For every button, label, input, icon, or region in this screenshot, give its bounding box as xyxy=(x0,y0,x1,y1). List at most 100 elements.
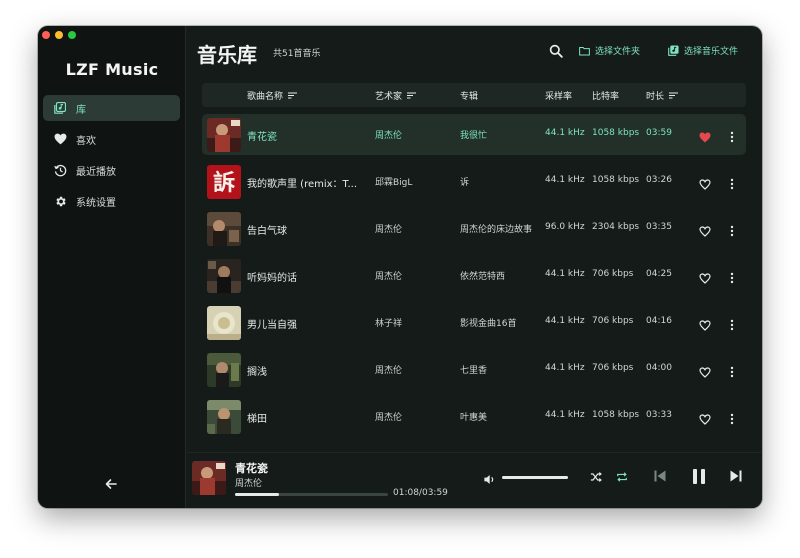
song-title: 搁浅 xyxy=(247,367,267,378)
page-title: 音乐库 xyxy=(197,43,257,67)
heart-outline-icon[interactable] xyxy=(699,175,711,190)
select-files-label: 选择音乐文件 xyxy=(684,47,739,57)
sidebar-item-settings[interactable]: 系统设置 xyxy=(43,188,180,214)
song-sample-rate: 44.1 kHz xyxy=(545,316,585,326)
table-row[interactable]: 青花瓷 周杰伦 我很忙 44.1 kHz 1058 kbps 03:59 xyxy=(202,114,746,155)
column-duration[interactable]: 时长 xyxy=(646,89,679,102)
song-duration: 03:59 xyxy=(646,128,672,138)
column-duration-label: 时长 xyxy=(646,92,665,102)
song-album[interactable]: 叶惠美 xyxy=(460,410,544,423)
sidebar-item-label: 喜欢 xyxy=(76,135,96,147)
song-artist[interactable]: 邱霖BigL xyxy=(375,175,455,188)
sidebar-item-library[interactable]: 库 xyxy=(43,95,180,121)
heart-outline-icon[interactable] xyxy=(699,316,711,331)
search-icon[interactable] xyxy=(549,43,563,58)
sidebar-item-favorites[interactable]: 喜欢 xyxy=(43,126,180,152)
song-duration: 03:35 xyxy=(646,222,672,232)
more-vertical-icon[interactable] xyxy=(726,222,738,237)
song-bitrate: 1058 kbps xyxy=(592,128,640,138)
album-cover xyxy=(207,353,241,387)
album-cover xyxy=(207,306,241,340)
song-album[interactable]: 依然范特西 xyxy=(460,269,544,282)
column-album[interactable]: 专辑 xyxy=(460,89,478,102)
column-bitrate-label: 比特率 xyxy=(592,92,620,102)
select-folder-label: 选择文件夹 xyxy=(595,47,641,57)
table-row[interactable]: 男儿当自强 林子祥 影视金曲16首 44.1 kHz 706 kbps 04:1… xyxy=(202,302,746,343)
song-album[interactable]: 周杰伦的床边故事 xyxy=(460,222,544,235)
select-files-button[interactable]: 选择音乐文件 xyxy=(668,44,738,57)
skip-next-icon[interactable] xyxy=(727,467,745,485)
song-artist[interactable]: 周杰伦 xyxy=(375,269,455,282)
song-album[interactable]: 七里香 xyxy=(460,363,544,376)
app-window: LZF Music 库 喜欢 最近播放 系统设置 音乐库 共51首音乐 选择文件… xyxy=(38,26,762,508)
more-vertical-icon[interactable] xyxy=(726,128,738,143)
table-row[interactable]: 搁浅 周杰伦 七里香 44.1 kHz 706 kbps 04:00 xyxy=(202,349,746,390)
song-duration: 04:25 xyxy=(646,269,672,279)
progress-bar[interactable] xyxy=(235,493,388,496)
heart-outline-icon[interactable] xyxy=(699,222,711,237)
repeat-icon[interactable] xyxy=(615,470,629,484)
song-album[interactable]: 诉 xyxy=(460,175,544,188)
sidebar-item-label: 系统设置 xyxy=(76,197,116,209)
volume-slider[interactable] xyxy=(502,476,568,479)
shuffle-icon[interactable] xyxy=(589,470,603,484)
more-vertical-icon[interactable] xyxy=(726,410,738,425)
heart-outline-icon[interactable] xyxy=(699,363,711,378)
skip-previous-icon[interactable] xyxy=(651,467,669,485)
song-album[interactable]: 我很忙 xyxy=(460,128,544,141)
progress-fill xyxy=(235,493,279,496)
arrow-left-icon[interactable] xyxy=(104,476,120,492)
song-bitrate: 706 kbps xyxy=(592,269,634,279)
sort-icon xyxy=(288,92,298,99)
now-playing-cover[interactable] xyxy=(192,461,226,495)
pause-icon[interactable] xyxy=(688,465,710,487)
song-artist[interactable]: 周杰伦 xyxy=(375,128,455,141)
column-artist-label: 艺术家 xyxy=(375,92,403,102)
song-duration: 03:26 xyxy=(646,175,672,185)
column-artist[interactable]: 艺术家 xyxy=(375,89,417,102)
select-folder-button[interactable]: 选择文件夹 xyxy=(579,44,640,57)
now-playing-title: 青花瓷 xyxy=(235,462,268,475)
column-sample-rate[interactable]: 采样率 xyxy=(545,89,572,102)
song-sample-rate: 44.1 kHz xyxy=(545,269,585,279)
album-cover xyxy=(207,212,241,246)
sidebar-item-label: 最近播放 xyxy=(76,166,116,178)
column-title[interactable]: 歌曲名称 xyxy=(247,89,298,102)
song-artist[interactable]: 周杰伦 xyxy=(375,363,455,376)
more-vertical-icon[interactable] xyxy=(726,269,738,284)
volume-icon[interactable] xyxy=(483,471,496,484)
song-sample-rate: 44.1 kHz xyxy=(545,175,585,185)
song-bitrate: 1058 kbps xyxy=(592,175,640,185)
heart-outline-icon[interactable] xyxy=(699,269,711,284)
table-row[interactable]: 告白气球 周杰伦 周杰伦的床边故事 96.0 kHz 2304 kbps 03:… xyxy=(202,208,746,249)
table-row[interactable]: 訴 我的歌声里 (remix：T... 邱霖BigL 诉 44.1 kHz 10… xyxy=(202,161,746,202)
more-vertical-icon[interactable] xyxy=(726,175,738,190)
song-album[interactable]: 影视金曲16首 xyxy=(460,316,544,329)
heart-outline-icon[interactable] xyxy=(699,410,711,425)
song-list: 青花瓷 周杰伦 我很忙 44.1 kHz 1058 kbps 03:59 訴 我… xyxy=(202,114,746,443)
volume-fill xyxy=(502,476,568,479)
column-bitrate[interactable]: 比特率 xyxy=(592,89,619,102)
song-artist[interactable]: 周杰伦 xyxy=(375,410,455,423)
song-artist[interactable]: 周杰伦 xyxy=(375,222,455,235)
sidebar-item-recent[interactable]: 最近播放 xyxy=(43,157,180,183)
sidebar: LZF Music 库 喜欢 最近播放 系统设置 xyxy=(38,26,186,508)
column-sample-rate-label: 采样率 xyxy=(545,92,573,102)
maximize-window-button[interactable] xyxy=(68,31,76,39)
table-row[interactable]: 梯田 周杰伦 叶惠美 44.1 kHz 1058 kbps 03:33 xyxy=(202,396,746,437)
song-duration: 04:16 xyxy=(646,316,672,326)
song-bitrate: 706 kbps xyxy=(592,316,634,326)
more-vertical-icon[interactable] xyxy=(726,363,738,378)
song-sample-rate: 44.1 kHz xyxy=(545,363,585,373)
song-bitrate: 2304 kbps xyxy=(592,222,640,232)
library-icon xyxy=(53,101,67,115)
heart-filled-icon[interactable] xyxy=(699,128,711,143)
sort-icon xyxy=(407,92,417,99)
table-row[interactable]: 听妈妈的话 周杰伦 依然范特西 44.1 kHz 706 kbps 04:25 xyxy=(202,255,746,296)
close-window-button[interactable] xyxy=(42,31,50,39)
minimize-window-button[interactable] xyxy=(55,31,63,39)
folder-icon xyxy=(579,46,590,55)
song-artist[interactable]: 林子祥 xyxy=(375,316,455,329)
more-vertical-icon[interactable] xyxy=(726,316,738,331)
album-cover-text: 訴 xyxy=(213,170,235,196)
